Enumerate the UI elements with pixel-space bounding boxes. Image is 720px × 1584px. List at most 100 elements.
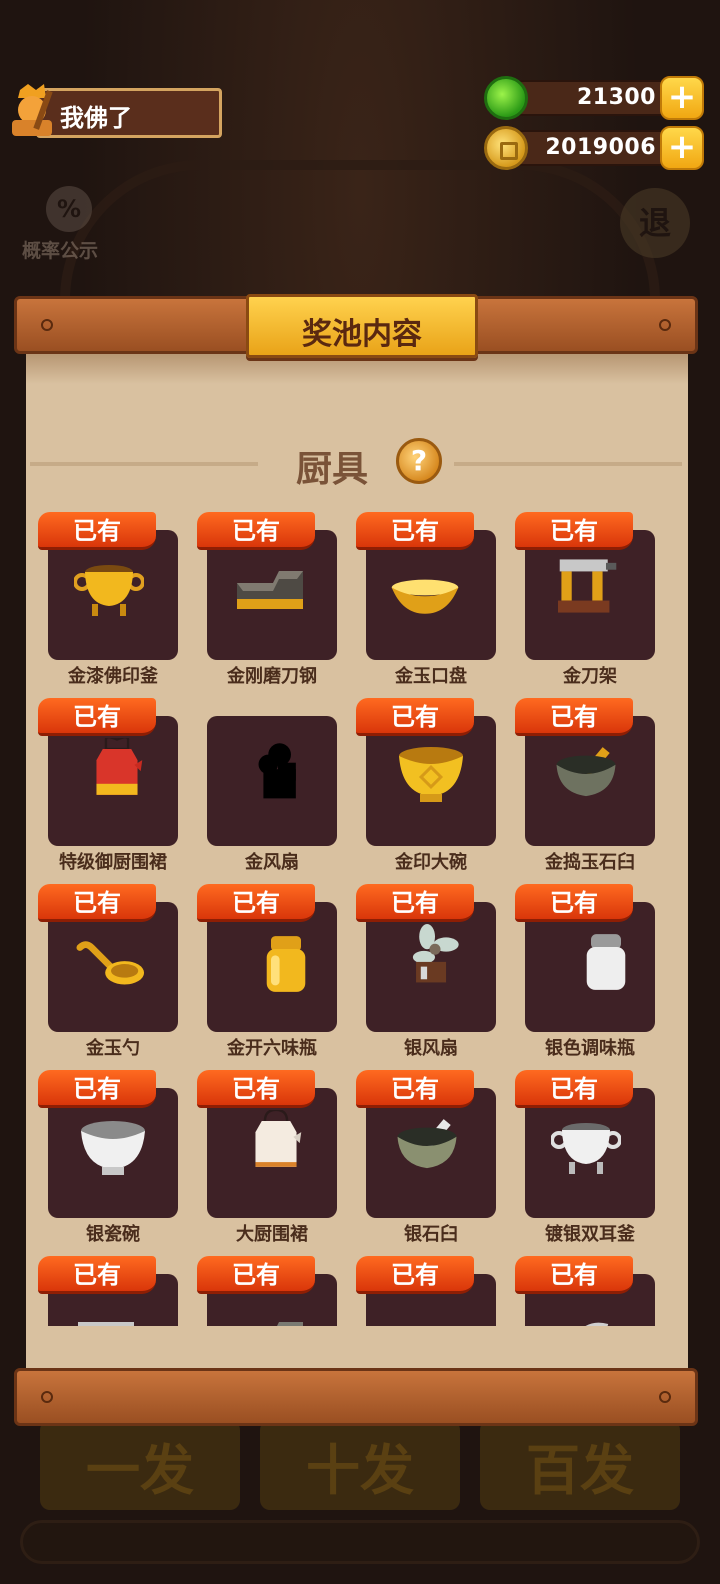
gold-cauldron-icon — [74, 565, 144, 616]
owned-badge: 已有 — [515, 1070, 633, 1108]
owned-badge: 已有 — [197, 1070, 315, 1108]
nail-icon — [41, 1391, 53, 1403]
item-card[interactable]: 已有 — [197, 1254, 347, 1326]
panel-title: 奖池内容 — [302, 317, 422, 352]
gold-whetstone-icon — [237, 571, 303, 609]
item-grid[interactable]: 已有 金漆佛印釜 已有 金刚磨刀钢 已有 金玉口盘 已有 金刀架 已有 特级御厨… — [26, 510, 688, 1326]
panel-title-plate: 奖池内容 — [246, 294, 478, 358]
item-name: 金漆佛印釜 — [68, 666, 158, 687]
item-card[interactable]: 已有 镀银双耳釜 — [515, 1068, 665, 1248]
item-name: 银瓷碗 — [86, 1224, 140, 1245]
red-apron-icon — [96, 738, 143, 795]
gold-ladle-icon — [76, 941, 145, 985]
silver-fan-icon — [412, 924, 459, 983]
owned-badge: 已有 — [38, 1070, 156, 1108]
item-card[interactable]: 已有 银色调味瓶 — [515, 882, 665, 1062]
item-card[interactable]: 已有 银瓷碗 — [38, 1068, 188, 1248]
coin-icon — [484, 126, 528, 170]
probability-gear-icon: % — [46, 186, 92, 232]
item-card[interactable]: 已有 — [356, 1254, 506, 1326]
item-name: 特级御厨围裙 — [59, 852, 167, 873]
item-name: 大厨围裙 — [236, 1224, 308, 1245]
item-card[interactable]: 金风扇 — [197, 696, 347, 876]
owned-badge: 已有 — [356, 698, 474, 736]
item-card[interactable]: 已有 银石臼 — [356, 1068, 506, 1248]
item-card[interactable]: 已有 银风扇 — [356, 882, 506, 1062]
silver-cauldron-icon — [551, 1123, 621, 1174]
item-card[interactable]: 已有 金漆佛印釜 — [38, 510, 188, 690]
add-coins-button[interactable]: + — [660, 126, 704, 170]
item-name: 金风扇 — [245, 852, 299, 873]
coin-currency: 2019006 + — [484, 126, 704, 170]
item-card[interactable]: 已有 金玉勺 — [38, 882, 188, 1062]
owned-badge: 已有 — [515, 1256, 633, 1294]
stone-mortar-icon — [556, 747, 616, 797]
owned-badge: 已有 — [197, 1256, 315, 1294]
coin-amount: 2019006 — [545, 135, 656, 160]
item-name: 金玉口盘 — [395, 666, 467, 687]
section-divider — [30, 462, 258, 466]
owned-badge: 已有 — [197, 512, 315, 550]
item-name: 银风扇 — [404, 1038, 458, 1059]
item-name: 银色调味瓶 — [545, 1038, 635, 1059]
owned-badge: 已有 — [356, 884, 474, 922]
owned-badge: 已有 — [197, 884, 315, 922]
nail-icon — [659, 1391, 671, 1403]
silver-shaker-icon — [586, 934, 626, 990]
bg-draw-one-button: 一发 — [40, 1420, 240, 1510]
probability-label: 概率公示 — [22, 240, 99, 262]
owned-badge: 已有 — [38, 512, 156, 550]
item-card[interactable]: 已有 金刀架 — [515, 510, 665, 690]
owned-badge: 已有 — [38, 884, 156, 922]
item-name: 银石臼 — [404, 1224, 458, 1245]
background-draw-buttons: 一发 十发 百发 — [40, 1420, 680, 1510]
item-card[interactable]: 已有 金开六味瓶 — [197, 882, 347, 1062]
owned-badge: 已有 — [356, 512, 474, 550]
player-avatar-icon — [12, 84, 53, 136]
item-card[interactable]: 已有 特级御厨围裙 — [38, 696, 188, 876]
help-icon[interactable]: ? — [396, 438, 442, 484]
item-frame — [207, 716, 337, 846]
item-card[interactable]: 已有 金玉口盘 — [356, 510, 506, 690]
section-title: 厨具 — [296, 449, 369, 490]
owned-badge: 已有 — [356, 1070, 474, 1108]
partial-item-icon — [585, 1322, 609, 1326]
item-name: 金刚磨刀钢 — [227, 666, 317, 687]
exit-button: 退 — [620, 188, 690, 258]
item-card[interactable]: 已有 — [515, 1254, 665, 1326]
player-badge[interactable]: 我佛了 — [6, 84, 222, 140]
item-name: 金开六味瓶 — [227, 1038, 317, 1059]
background-bottom-bar — [20, 1520, 700, 1564]
item-card[interactable]: 已有 金印大碗 — [356, 696, 506, 876]
item-card[interactable]: 已有 金捣玉石臼 — [515, 696, 665, 876]
gold-plate-icon — [391, 579, 459, 614]
add-jade-button[interactable]: + — [660, 76, 704, 120]
locked-fan-silhouette-icon — [258, 743, 296, 799]
partial-item-icon — [390, 1314, 460, 1326]
gold-knife-rack-icon — [558, 559, 617, 613]
nail-icon — [41, 319, 53, 331]
nail-icon — [659, 319, 671, 331]
background-arch — [60, 160, 660, 300]
probability-button: % 概率公示 — [22, 186, 114, 266]
gold-shaker-icon — [266, 936, 306, 992]
scroll-bottom-rod[interactable] — [14, 1368, 698, 1426]
player-name: 我佛了 — [60, 104, 132, 132]
bg-draw-hundred-button: 百发 — [480, 1420, 680, 1510]
partial-item-icon — [78, 1322, 134, 1326]
owned-badge: 已有 — [38, 698, 156, 736]
bg-draw-ten-button: 十发 — [260, 1420, 460, 1510]
section-divider — [454, 462, 682, 466]
owned-badge: 已有 — [356, 1256, 474, 1294]
partial-item-icon — [277, 1322, 303, 1326]
owned-badge: 已有 — [515, 512, 633, 550]
item-card[interactable]: 已有 大厨围裙 — [197, 1068, 347, 1248]
owned-badge: 已有 — [515, 698, 633, 736]
item-name: 镀银双耳釜 — [545, 1224, 635, 1245]
owned-badge: 已有 — [38, 1256, 156, 1294]
gold-bowl-icon — [399, 747, 463, 802]
item-name: 金捣玉石臼 — [545, 852, 635, 873]
item-card[interactable]: 已有 金刚磨刀钢 — [197, 510, 347, 690]
item-name: 金玉勺 — [86, 1038, 140, 1059]
item-card[interactable]: 已有 — [38, 1254, 188, 1326]
